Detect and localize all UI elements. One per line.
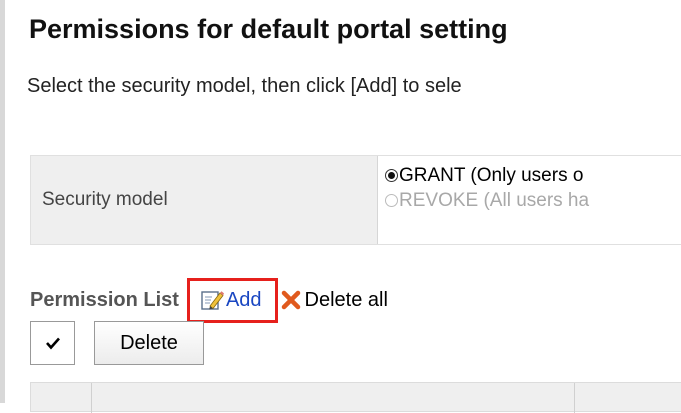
delete-button[interactable]: Delete bbox=[94, 321, 204, 365]
grant-option-label: GRANT (Only users o bbox=[399, 164, 584, 186]
page-description: Select the security model, then click [A… bbox=[27, 75, 462, 97]
revoke-option[interactable]: REVOKE (All users ha bbox=[385, 188, 681, 213]
column-divider bbox=[91, 383, 92, 413]
grant-radio[interactable] bbox=[385, 169, 398, 182]
security-model-table: Security model GRANT (Only users o REVOK… bbox=[30, 155, 681, 245]
permission-list-title: Permission List bbox=[30, 288, 179, 311]
column-divider bbox=[574, 383, 575, 413]
delete-all-link[interactable]: Delete all bbox=[281, 289, 388, 312]
checkmark-icon bbox=[45, 337, 60, 350]
revoke-radio[interactable] bbox=[385, 194, 398, 207]
delete-x-icon bbox=[281, 290, 300, 310]
select-all-button[interactable] bbox=[30, 321, 75, 365]
page-title: Permissions for default portal setting bbox=[29, 14, 508, 44]
security-model-options: GRANT (Only users o REVOKE (All users ha bbox=[377, 156, 681, 244]
permission-list-header bbox=[30, 382, 681, 413]
window-edge bbox=[0, 0, 5, 403]
delete-all-label: Delete all bbox=[304, 288, 388, 311]
edit-icon bbox=[201, 291, 224, 310]
permission-list-toolbar: Permission List Add Delete all bbox=[30, 277, 388, 323]
security-model-label: Security model bbox=[31, 156, 377, 244]
revoke-option-label: REVOKE (All users ha bbox=[399, 189, 590, 211]
grant-option[interactable]: GRANT (Only users o bbox=[385, 163, 681, 188]
add-label: Add bbox=[225, 288, 262, 311]
add-link[interactable]: Add bbox=[186, 277, 278, 323]
